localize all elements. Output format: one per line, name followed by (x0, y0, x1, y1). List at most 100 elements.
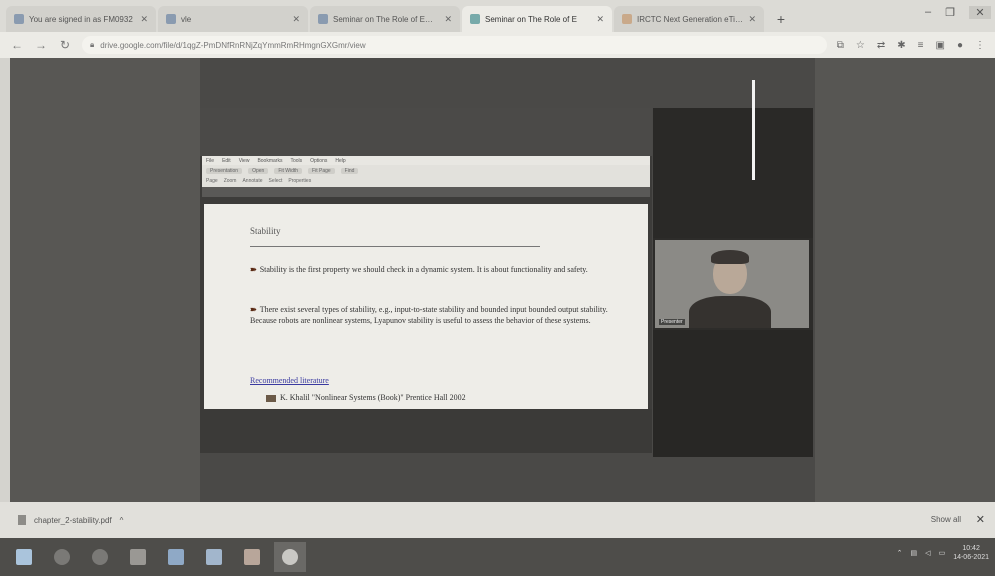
address-bar: ← → ↻ 🔒︎ drive.google.com/file/d/1qgZ-Pm… (0, 32, 995, 58)
browser-tab-bar: You are signed in as FM0932 ✕ vle ✕ Semi… (0, 0, 995, 32)
translate-icon[interactable]: ⇄ (877, 40, 885, 51)
tab-label: You are signed in as FM0932 (29, 14, 133, 24)
tab-label: vle (181, 14, 192, 24)
tab-close-icon[interactable]: ✕ (140, 14, 148, 25)
shared-app-menubar: File Edit View Bookmarks Tools Options H… (202, 156, 650, 165)
slide-bullet: ➽ There exist several types of stability,… (250, 304, 620, 326)
participant-name-tag: Presenter (659, 319, 685, 325)
menu-item: File (206, 157, 215, 164)
windows-taskbar: ⌃ ▤ ◁ ▭ 10:42 14-06-2021 (0, 538, 995, 576)
participant-hair (711, 250, 749, 264)
participant-tile-empty (653, 108, 813, 238)
cast-icon[interactable]: ⧉ (837, 40, 844, 51)
shared-app-toolbar: Presentation Open Fit Width Fit Page Fin… (202, 165, 650, 187)
bullet-text: Stability is the first property we shoul… (259, 265, 588, 274)
reload-icon[interactable]: ↻ (58, 38, 72, 52)
glare-streak (752, 80, 755, 180)
download-filename: chapter_2-stability.pdf (34, 515, 112, 525)
participants-panel: Presenter (653, 108, 813, 457)
toolbar-item: Annotate (242, 178, 263, 184)
extension-icon[interactable]: ✱ (897, 40, 905, 51)
file-icon (18, 515, 26, 525)
page-icon (166, 14, 176, 24)
tab-vle[interactable]: vle ✕ (158, 6, 308, 32)
tab-mail[interactable]: You are signed in as FM0932 ✕ (6, 6, 156, 32)
mail-icon (318, 14, 328, 24)
show-all-button[interactable]: Show all (931, 515, 961, 524)
url-input[interactable]: 🔒︎ drive.google.com/file/d/1qgZ-PmDNfRnR… (82, 36, 827, 54)
slide-bullet: ➽ Stability is the first property we shou… (250, 264, 620, 275)
forward-icon[interactable]: → (34, 38, 48, 52)
tab-irctc[interactable]: IRCTC Next Generation eTicke ✕ (614, 6, 764, 32)
tab-close-icon[interactable]: ✕ (748, 14, 756, 25)
close-window-button[interactable]: ✕ (969, 6, 991, 19)
participant-video[interactable]: Presenter (655, 240, 809, 328)
meeting-background (815, 58, 995, 502)
show-hidden-icons[interactable]: ⌃ (897, 549, 903, 557)
meeting-background (10, 58, 200, 502)
maximize-button[interactable]: ❐ (945, 6, 955, 19)
reference-item: K. Khalil "Nonlinear Systems (Book)" Pre… (266, 393, 466, 402)
taskbar-app-powerpoint[interactable] (236, 542, 268, 572)
clock[interactable]: 10:42 14-06-2021 (953, 544, 989, 562)
book-icon (266, 394, 276, 402)
toolbar-item: Select (268, 178, 283, 184)
bullet-icon: ➽ (250, 265, 257, 274)
system-tray: ⌃ ▤ ◁ ▭ 10:42 14-06-2021 (897, 544, 989, 562)
window-controls: – ❐ ✕ (925, 6, 991, 19)
volume-icon[interactable]: ◁ (925, 549, 930, 557)
windows-icon (16, 549, 32, 565)
shared-window-bottom (200, 409, 652, 453)
battery-icon[interactable]: ▭ (939, 549, 946, 557)
toolbar-item: Zoom (223, 178, 237, 184)
toolbar-item: Presentation (206, 168, 243, 174)
toolbar-item: Find (340, 168, 359, 174)
clock-date: 14-06-2021 (953, 554, 989, 561)
clock-time: 10:42 (962, 545, 980, 552)
menu-item: Options (310, 157, 328, 164)
train-icon (622, 14, 632, 24)
back-icon[interactable]: ← (10, 38, 24, 52)
new-tab-button[interactable]: + (770, 8, 792, 30)
chevron-up-icon[interactable]: ^ (120, 516, 124, 525)
menu-item: Bookmarks (257, 157, 283, 164)
taskbar-app-chrome-active[interactable] (274, 542, 306, 572)
tab-close-icon[interactable]: ✕ (444, 14, 452, 25)
lock-icon: 🔒︎ (90, 40, 95, 49)
profile-icon[interactable]: ● (957, 40, 963, 51)
network-icon[interactable]: ▤ (911, 549, 918, 557)
taskbar-app-word[interactable] (160, 542, 192, 572)
tab-label: IRCTC Next Generation eTicke (637, 14, 744, 24)
tab-close-icon[interactable]: ✕ (292, 14, 300, 25)
toolbar-item: Fit Page (308, 168, 335, 174)
download-bar: chapter_2-stability.pdf ^ Show all ✕ (0, 502, 995, 538)
toolbar-item: Open (248, 168, 269, 174)
google-icon (282, 549, 298, 565)
split-icon[interactable]: ▣ (936, 40, 945, 51)
close-download-bar-button[interactable]: ✕ (976, 513, 985, 526)
tab-close-icon[interactable]: ✕ (596, 14, 604, 25)
toolbar-item: Fit Width (274, 168, 303, 174)
menu-item: Tools (290, 157, 303, 164)
download-item[interactable]: chapter_2-stability.pdf ^ (18, 515, 123, 525)
minimize-button[interactable]: – (925, 6, 931, 19)
tab-seminar-mail[interactable]: Seminar on The Role of Emerg ✕ (310, 6, 460, 32)
references-heading: Recommended literature (250, 376, 329, 385)
reading-list-icon[interactable]: ≡ (918, 40, 924, 51)
star-icon[interactable]: ☆ (856, 40, 865, 51)
shared-screen: File Edit View Bookmarks Tools Options H… (200, 108, 652, 453)
chrome-icon (92, 549, 108, 565)
taskbar-app-ie[interactable] (46, 542, 78, 572)
menu-icon[interactable]: ⋮ (975, 40, 985, 51)
bullet-icon: ➽ (250, 305, 257, 314)
shared-app-strip (202, 187, 650, 197)
taskbar-app-explorer[interactable] (122, 542, 154, 572)
tab-seminar-meet[interactable]: Seminar on The Role of E ✕ (462, 6, 612, 32)
taskbar-app-chrome[interactable] (84, 542, 116, 572)
participant-body (689, 296, 771, 328)
start-button[interactable] (8, 542, 40, 572)
tab-label: Seminar on The Role of E (485, 14, 577, 24)
reference-text: K. Khalil "Nonlinear Systems (Book)" Pre… (280, 393, 466, 402)
taskbar-app-outlook[interactable] (198, 542, 230, 572)
meet-icon (470, 14, 480, 24)
